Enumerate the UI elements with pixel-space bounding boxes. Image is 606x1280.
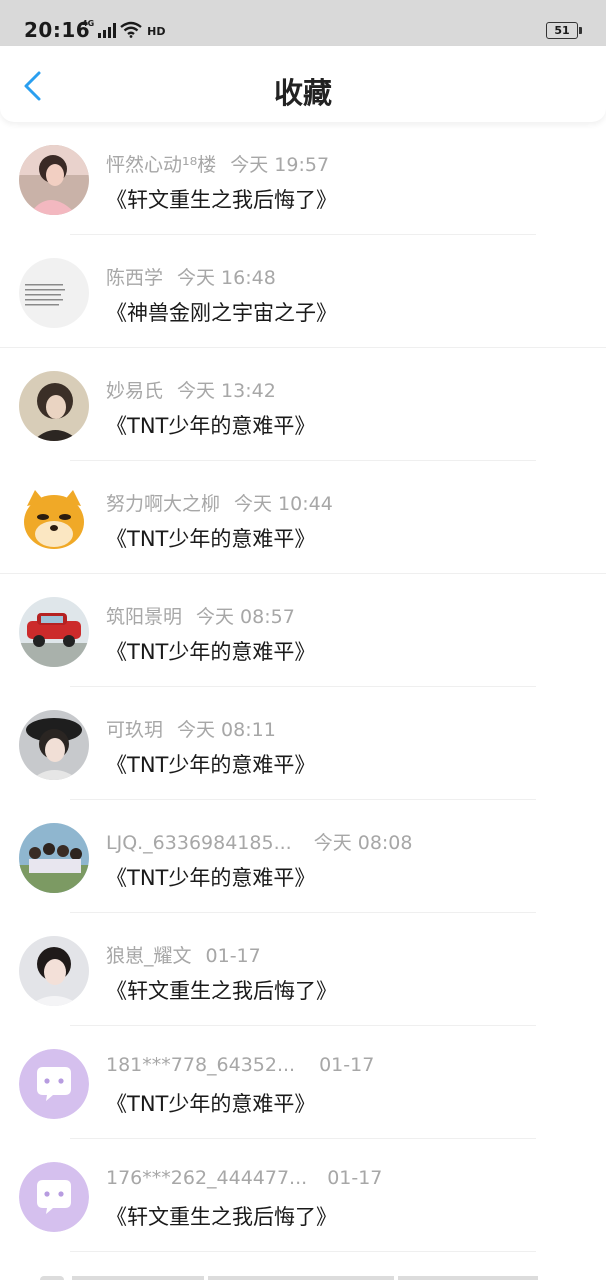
avatar[interactable]: [19, 710, 89, 780]
book-title[interactable]: 《TNT少年的意难平》: [106, 862, 315, 892]
timestamp: 01-17: [205, 945, 261, 967]
wifi-icon: [120, 21, 142, 38]
timestamp: 今天 19:57: [230, 154, 330, 176]
author-name: 妙易氏: [106, 380, 164, 402]
favorites-list: 怦然心动¹⁸楼 今天 19:57 《轩文重生之我后悔了》 陈西学 今天 16:48 …: [0, 122, 606, 1252]
avatar[interactable]: [19, 936, 89, 1006]
item-meta: 妙易氏 今天 13:42: [106, 376, 276, 403]
item-meta: LJQ._6336984185... 今天 08:08: [106, 828, 412, 855]
network-type-label: 4G: [82, 19, 95, 28]
author-name: 陈西学: [106, 267, 164, 289]
author-name: 怦然心动¹⁸楼: [106, 154, 217, 176]
item-meta: 怦然心动¹⁸楼 今天 19:57: [106, 150, 329, 177]
book-title[interactable]: 《轩文重生之我后悔了》: [106, 184, 337, 214]
author-name: LJQ._6336984185...: [106, 832, 292, 854]
signal-icon: [98, 22, 117, 38]
list-item[interactable]: 176***262_444477... 01-17 《轩文重生之我后悔了》: [0, 1139, 606, 1252]
author-name: 筑阳景明: [106, 606, 183, 628]
timestamp: 今天 10:44: [234, 493, 333, 515]
book-title[interactable]: 《TNT少年的意难平》: [106, 1088, 315, 1118]
book-title[interactable]: 《轩文重生之我后悔了》: [106, 975, 337, 1005]
avatar[interactable]: [19, 1162, 89, 1232]
partial-list-item: [0, 1270, 606, 1280]
avatar[interactable]: [19, 597, 89, 667]
list-item[interactable]: 妙易氏 今天 13:42 《TNT少年的意难平》: [0, 348, 606, 461]
status-icons: 4G HD: [82, 20, 165, 38]
item-meta: 努力啊大之柳 今天 10:44: [106, 489, 333, 516]
timestamp: 01-17: [319, 1054, 375, 1076]
list-item[interactable]: 筑阳景明 今天 08:57 《TNT少年的意难平》: [0, 574, 606, 687]
book-title[interactable]: 《TNT少年的意难平》: [106, 410, 315, 440]
list-item[interactable]: 可玖玥 今天 08:11 《TNT少年的意难平》: [0, 687, 606, 800]
timestamp: 今天 16:48: [177, 267, 276, 289]
book-title[interactable]: 《TNT少年的意难平》: [106, 749, 315, 779]
list-item[interactable]: 狼崽_耀文 01-17 《轩文重生之我后悔了》: [0, 913, 606, 1026]
list-item[interactable]: 陈西学 今天 16:48 《神兽金刚之宇宙之子》: [0, 235, 606, 348]
book-title[interactable]: 《神兽金刚之宇宙之子》: [106, 297, 337, 327]
timestamp: 今天 08:11: [177, 719, 276, 741]
avatar[interactable]: [19, 484, 89, 554]
hd-label: HD: [147, 25, 166, 38]
item-meta: 181***778_64352... 01-17: [106, 1054, 374, 1076]
avatar[interactable]: [19, 823, 89, 893]
book-title[interactable]: 《TNT少年的意难平》: [106, 523, 315, 553]
item-meta: 筑阳景明 今天 08:57: [106, 602, 295, 629]
list-item[interactable]: LJQ._6336984185... 今天 08:08 《TNT少年的意难平》: [0, 800, 606, 913]
battery-icon: 51: [546, 22, 582, 39]
timestamp: 今天 13:42: [177, 380, 276, 402]
avatar[interactable]: [19, 258, 89, 328]
list-item[interactable]: 努力啊大之柳 今天 10:44 《TNT少年的意难平》: [0, 461, 606, 574]
divider: [70, 1251, 536, 1252]
author-name: 努力啊大之柳: [106, 493, 221, 515]
nav-bar: 收藏: [0, 46, 606, 122]
item-meta: 陈西学 今天 16:48: [106, 263, 276, 290]
timestamp: 今天 08:08: [313, 832, 413, 854]
list-item[interactable]: 怦然心动¹⁸楼 今天 19:57 《轩文重生之我后悔了》: [0, 122, 606, 235]
avatar[interactable]: [19, 1049, 89, 1119]
avatar[interactable]: [19, 145, 89, 215]
timestamp: 01-17: [327, 1167, 383, 1189]
author-name: 181***778_64352...: [106, 1054, 296, 1076]
author-name: 可玖玥: [106, 719, 164, 741]
timestamp: 今天 08:57: [196, 606, 295, 628]
item-meta: 可玖玥 今天 08:11: [106, 715, 276, 742]
book-title[interactable]: 《轩文重生之我后悔了》: [106, 1201, 337, 1231]
page-title: 收藏: [273, 76, 332, 110]
item-meta: 狼崽_耀文 01-17: [106, 941, 261, 968]
status-bar: 20:16 4G HD 51: [0, 0, 606, 46]
author-name: 狼崽_耀文: [106, 945, 192, 967]
status-time: 20:16: [24, 18, 91, 42]
author-name: 176***262_444477...: [106, 1167, 308, 1189]
avatar[interactable]: [19, 371, 89, 441]
item-meta: 176***262_444477... 01-17: [106, 1167, 382, 1189]
list-item[interactable]: 181***778_64352... 01-17 《TNT少年的意难平》: [0, 1026, 606, 1139]
book-title[interactable]: 《TNT少年的意难平》: [106, 636, 315, 666]
